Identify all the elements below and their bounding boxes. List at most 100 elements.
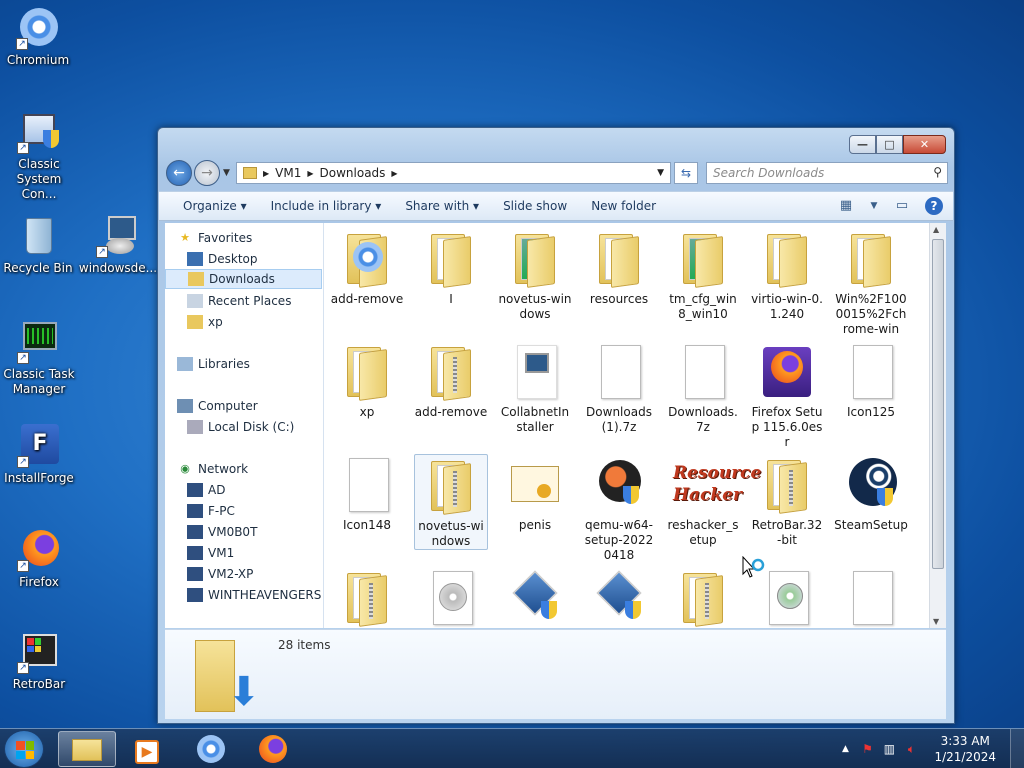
desktop-icon-windowsde[interactable]: ↗ windowsde... bbox=[78, 214, 158, 276]
scroll-up-icon[interactable]: ▲ bbox=[933, 225, 939, 234]
recent-pages-dropdown[interactable]: ▼ bbox=[223, 168, 230, 178]
file-item[interactable]: CollabnetInstaller bbox=[498, 341, 572, 435]
breadcrumb-separator-icon[interactable]: ▶ bbox=[263, 169, 269, 178]
desktop-icon-recycle-bin[interactable]: Recycle Bin bbox=[0, 214, 78, 276]
desktop-icon-retrobar[interactable]: ↗ RetroBar bbox=[0, 630, 79, 692]
desktop-icon-chromium[interactable]: ↗ Chromium bbox=[0, 6, 78, 68]
file-item[interactable]: Downloads.7z bbox=[666, 341, 740, 435]
file-item[interactable] bbox=[834, 567, 908, 628]
file-name: xp bbox=[359, 405, 375, 419]
minimize-button[interactable]: — bbox=[849, 135, 876, 154]
show-hidden-icons-button[interactable]: ▲ bbox=[834, 744, 856, 754]
address-dropdown-icon[interactable]: ▼ bbox=[657, 168, 664, 178]
show-desktop-button[interactable] bbox=[1010, 729, 1024, 768]
file-list[interactable]: add-remove Inovetus-windows resources tm_cf… bbox=[324, 223, 938, 628]
breadcrumb-separator-icon[interactable]: ▶ bbox=[307, 169, 313, 178]
desktop-icon-classic-system-control[interactable]: ↗ Classic System Con... bbox=[0, 110, 79, 202]
file-item[interactable]: I bbox=[414, 228, 488, 307]
file-item[interactable]: add-remove bbox=[330, 228, 404, 307]
file-item[interactable]: add-remove bbox=[414, 341, 488, 420]
nav-network-item[interactable]: F-PC bbox=[187, 501, 323, 521]
breadcrumb-downloads[interactable]: Downloads bbox=[320, 166, 386, 180]
file-item[interactable]: Downloads (1).7z bbox=[582, 341, 656, 435]
file-item[interactable]: Icon148 bbox=[330, 454, 404, 533]
organize-button[interactable]: Organize ▾ bbox=[183, 199, 247, 213]
file-item[interactable]: novetus-windows bbox=[414, 454, 488, 550]
desktop-icon-classic-task-manager[interactable]: ↗ Classic Task Manager bbox=[0, 320, 79, 397]
refresh-button[interactable]: ⇆ bbox=[674, 162, 698, 184]
breadcrumb-separator-icon[interactable]: ▶ bbox=[391, 169, 397, 178]
nav-recent-places[interactable]: Recent Places bbox=[187, 291, 323, 311]
folder-icon bbox=[243, 167, 257, 179]
computer-icon bbox=[177, 399, 193, 413]
file-item[interactable]: Firefox Setup 115.6.0esr bbox=[750, 341, 824, 450]
file-item[interactable] bbox=[414, 567, 488, 628]
nav-network-item[interactable]: VM1 bbox=[187, 543, 323, 563]
nav-downloads[interactable]: Downloads bbox=[165, 269, 322, 289]
nav-network-item[interactable]: VM2-XP bbox=[187, 564, 323, 584]
vertical-scrollbar[interactable]: ▲ ▼ bbox=[929, 223, 946, 628]
scrollbar-thumb[interactable] bbox=[932, 239, 944, 569]
file-item[interactable] bbox=[330, 567, 404, 628]
nav-desktop[interactable]: Desktop bbox=[187, 249, 323, 269]
media-player-icon: ▶ bbox=[135, 740, 159, 764]
address-bar[interactable]: ▶ VM1 ▶ Downloads ▶ ▼ bbox=[236, 162, 671, 184]
share-with-button[interactable]: Share with ▾ bbox=[405, 199, 479, 213]
nav-libraries[interactable]: Libraries bbox=[177, 354, 323, 374]
file-item[interactable] bbox=[666, 567, 740, 628]
back-button[interactable]: ← bbox=[166, 160, 192, 186]
taskbar-chromium[interactable] bbox=[182, 731, 240, 767]
new-folder-button[interactable]: New folder bbox=[591, 199, 656, 213]
taskbar-media-player[interactable]: ▶ bbox=[118, 731, 176, 767]
file-item[interactable]: Icon125 bbox=[834, 341, 908, 420]
clock[interactable]: 3:33 AM 1/21/2024 bbox=[934, 733, 996, 765]
explorer-window[interactable]: — □ ✕ ← → ▼ ▶ VM1 ▶ Downloads ▶ ▼ ⇆ Sear… bbox=[157, 127, 955, 724]
nav-favorites[interactable]: ★ Favorites bbox=[177, 228, 323, 248]
forward-button[interactable]: → bbox=[194, 160, 220, 186]
file-item[interactable] bbox=[582, 567, 656, 628]
action-center-icon[interactable]: ⚑ bbox=[856, 742, 878, 756]
start-button[interactable] bbox=[4, 730, 44, 768]
breadcrumb-vm1[interactable]: VM1 bbox=[275, 166, 301, 180]
search-icon[interactable]: ⚲ bbox=[933, 165, 942, 179]
file-item[interactable]: Resource Hacker reshacker_setup bbox=[666, 454, 762, 548]
folder-icon bbox=[759, 228, 815, 288]
maximize-button[interactable]: □ bbox=[876, 135, 903, 154]
change-view-icon[interactable]: ▦ bbox=[837, 197, 855, 215]
file-item[interactable]: novetus-windows bbox=[498, 228, 572, 322]
preview-pane-icon[interactable]: ▭ bbox=[893, 197, 911, 215]
nav-network-item[interactable]: WINTHEAVENGERS bbox=[187, 585, 323, 605]
taskbar-explorer[interactable] bbox=[58, 731, 116, 767]
nav-network[interactable]: ◉ Network bbox=[177, 459, 323, 479]
file-item[interactable] bbox=[498, 567, 572, 628]
network-status-icon[interactable]: ▥ bbox=[878, 742, 900, 756]
view-options-dropdown-icon[interactable]: ▼ bbox=[869, 197, 879, 215]
nav-xp[interactable]: xp bbox=[187, 312, 323, 332]
file-item[interactable]: SteamSetup bbox=[834, 454, 908, 533]
volume-muted-icon[interactable]: 🔈︎ bbox=[900, 742, 922, 757]
file-item[interactable]: Win%2F1000015%2Fchrome-win bbox=[834, 228, 908, 337]
close-button[interactable]: ✕ bbox=[903, 135, 946, 154]
desktop-icon-firefox[interactable]: ↗ Firefox bbox=[0, 528, 79, 590]
file-item[interactable]: resources bbox=[582, 228, 656, 307]
nav-network-item[interactable]: VM0B0T bbox=[187, 522, 323, 542]
file-item[interactable]: virtio-win-0.1.240 bbox=[750, 228, 824, 322]
file-item[interactable]: qemu-w64-setup-20220418 bbox=[582, 454, 656, 563]
search-input[interactable]: Search Downloads ⚲ bbox=[706, 162, 948, 184]
include-in-library-button[interactable]: Include in library ▾ bbox=[271, 199, 382, 213]
file-item[interactable]: penis bbox=[498, 454, 572, 533]
file-item[interactable]: RetroBar.32-bit bbox=[750, 454, 824, 548]
nav-computer[interactable]: Computer bbox=[177, 396, 323, 416]
back-arrow-icon: ← bbox=[173, 165, 185, 181]
desktop-icon-installforge[interactable]: F ↗ InstallForge bbox=[0, 424, 79, 486]
slide-show-button[interactable]: Slide show bbox=[503, 199, 567, 213]
file-item[interactable]: tm_cfg_win8_win10 bbox=[666, 228, 740, 322]
help-icon[interactable]: ? bbox=[925, 197, 943, 215]
navigation-pane[interactable]: ★ Favorites Desktop Downloads Recent Plac… bbox=[165, 223, 324, 628]
nav-local-disk[interactable]: Local Disk (C:) bbox=[187, 417, 323, 437]
nav-network-item[interactable]: AD bbox=[187, 480, 323, 500]
taskbar-firefox[interactable] bbox=[244, 731, 302, 767]
file-item[interactable]: xp bbox=[330, 341, 404, 420]
scroll-down-icon[interactable]: ▼ bbox=[933, 617, 939, 626]
firefox-icon: ↗ bbox=[17, 528, 61, 572]
